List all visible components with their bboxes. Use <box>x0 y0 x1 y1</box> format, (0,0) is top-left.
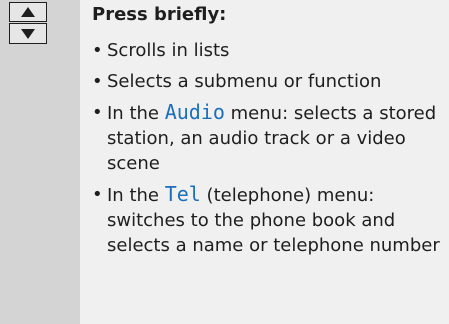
triangle-down-icon <box>21 28 35 39</box>
list-item: • In the Audio menu: selects a stored st… <box>92 100 442 176</box>
up-arrow-key[interactable] <box>9 2 47 22</box>
list-item-prefix: In the <box>107 185 165 206</box>
audio-menu-name: Audio <box>164 100 225 124</box>
description-panel: Press briefly: • Scrolls in lists • Sele… <box>92 0 442 264</box>
list-item-prefix: In the <box>107 103 165 124</box>
list-item: • In the Tel (telephone) menu: switches … <box>92 182 442 258</box>
bullet: • <box>92 184 103 205</box>
tel-menu-name: Tel <box>164 182 201 206</box>
triangle-up-icon <box>21 7 35 17</box>
list-item: • Selects a submenu or function <box>92 69 442 94</box>
list-item-text: Selects a submenu or function <box>107 71 382 92</box>
bullet: • <box>92 102 103 123</box>
list-item-text: Scrolls in lists <box>107 40 230 61</box>
key-column <box>0 0 80 324</box>
press-briefly-heading: Press briefly: <box>92 4 227 25</box>
bullet: • <box>92 71 103 92</box>
function-list: • Scrolls in lists • Selects a submenu o… <box>92 38 442 258</box>
bullet: • <box>92 40 103 61</box>
down-arrow-key[interactable] <box>9 23 47 44</box>
list-item: • Scrolls in lists <box>92 38 442 63</box>
